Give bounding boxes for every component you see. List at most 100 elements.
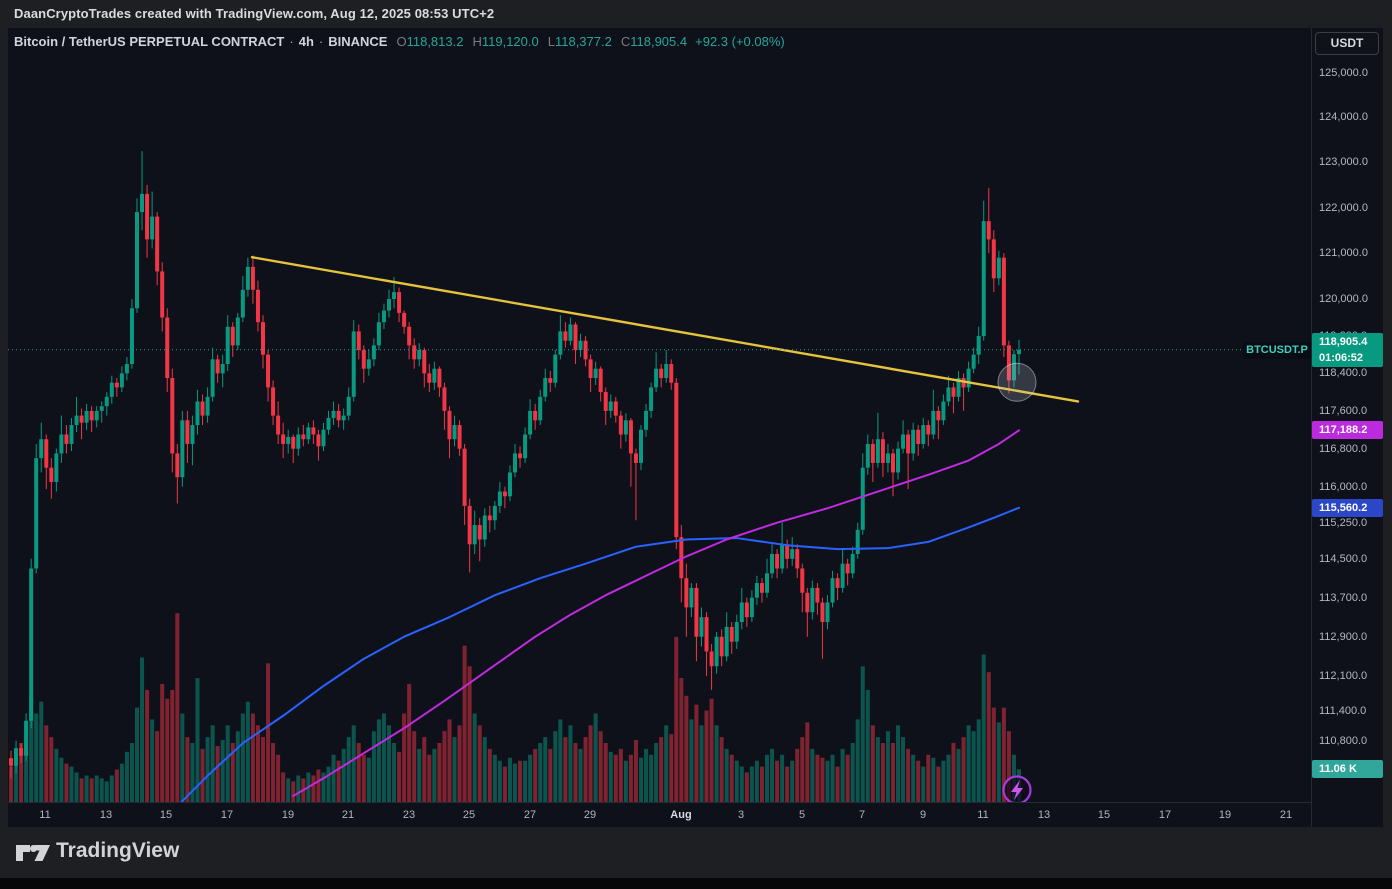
volume-bar [185, 737, 189, 802]
candle-body [180, 420, 184, 477]
volume-bar [679, 678, 683, 802]
candle-body [825, 603, 829, 623]
candle-body [624, 420, 628, 434]
volume-bar [715, 725, 719, 802]
exchange-label[interactable]: BINANCE [328, 34, 387, 49]
volume-bar [770, 749, 774, 802]
candle-body [977, 336, 981, 355]
volume-bar [785, 767, 789, 802]
volume-bar [886, 731, 890, 802]
candle-body [720, 637, 724, 657]
candle-body [150, 217, 154, 240]
volume-bar [851, 743, 855, 802]
volume-bar [206, 737, 210, 802]
candle-body [276, 416, 280, 435]
candle-body [135, 212, 139, 308]
close-value: 118,905.4 [630, 34, 687, 49]
volume-bar [201, 749, 205, 802]
volume-bar [805, 722, 809, 802]
candle-body [795, 549, 799, 568]
candle-body [533, 411, 537, 420]
price-tick: 121,000.0 [1319, 246, 1368, 260]
volume-bar [750, 767, 754, 802]
volume-bar [266, 663, 270, 802]
candle-body [846, 564, 850, 574]
candle-body [246, 267, 250, 290]
candle-body [644, 411, 648, 430]
volume-bar [417, 749, 421, 802]
volume-bar [180, 714, 184, 803]
candle-body [684, 578, 688, 607]
volume-bar [110, 775, 114, 802]
tradingview-logo-icon[interactable] [14, 840, 52, 866]
candle-body [54, 453, 58, 482]
volume-bar [397, 752, 401, 802]
candle-body [518, 453, 522, 458]
volume-bar [745, 773, 749, 803]
volume-bar [730, 755, 734, 802]
chart-pane[interactable]: Bitcoin / TetherUS PERPETUAL CONTRACT·4h… [8, 28, 1311, 802]
candle-body [342, 416, 346, 421]
candle-body [357, 331, 361, 350]
candle-body [75, 416, 79, 425]
candle-body [735, 622, 739, 642]
candle-body [1017, 350, 1021, 354]
volume-bar [463, 646, 467, 802]
close-label: C [621, 34, 630, 49]
price-axis[interactable]: USDT 125,000.0124,000.0123,000.0122,000.… [1311, 28, 1383, 827]
candle-body [750, 598, 754, 618]
time-tick: 21 [333, 803, 363, 827]
volume-bar [115, 770, 119, 802]
volume-bar [720, 737, 724, 802]
candle-body [321, 430, 325, 447]
volume-bar [664, 725, 668, 802]
candle-body [659, 369, 663, 378]
time-tick: 17 [1150, 803, 1180, 827]
candle-body [185, 420, 189, 444]
candle-body [538, 397, 542, 421]
price-tick: 118,400.0 [1319, 366, 1367, 380]
interval-label[interactable]: 4h [299, 34, 314, 49]
volume-bar [629, 755, 633, 802]
time-axis[interactable]: 11131517192123252729Aug3579111315171921 [8, 802, 1311, 827]
volume-bar [357, 743, 361, 802]
symbol-title[interactable]: Bitcoin / TetherUS PERPETUAL CONTRACT [14, 34, 284, 49]
volume-bar [347, 737, 351, 802]
volume-bar [120, 764, 124, 802]
tradingview-logo-text[interactable]: TradingView [56, 839, 179, 863]
candle-body [95, 411, 99, 420]
candle-body [594, 369, 598, 378]
volume-bar [765, 755, 769, 802]
candle-body [301, 434, 305, 439]
candle-body [175, 453, 179, 477]
currency-usdt-button[interactable]: USDT [1315, 32, 1379, 55]
volume-bar [352, 725, 356, 802]
volume-bar [211, 725, 215, 802]
volume-bar [155, 731, 159, 802]
volume-bar [599, 731, 603, 802]
volume-bar [594, 714, 598, 803]
candle-body [619, 416, 623, 435]
candle-body [407, 327, 411, 346]
candle-body [392, 292, 396, 299]
candle-body [427, 373, 431, 382]
volume-bar [977, 719, 981, 802]
candle-body [488, 515, 492, 520]
volume-bar [493, 755, 497, 802]
volume-value-label: 11.06 K [1312, 760, 1383, 778]
volume-bar [795, 749, 799, 802]
volume-bar [654, 743, 658, 802]
candle-body [710, 651, 714, 666]
volume-bar [846, 755, 850, 802]
candle-body [437, 369, 441, 388]
volume-bar [246, 702, 250, 802]
volume-bar [412, 731, 416, 802]
bottom-strip [0, 878, 1392, 889]
time-tick: 23 [394, 803, 424, 827]
candle-body [931, 411, 935, 435]
candle-body [29, 568, 33, 720]
candle-body [69, 425, 73, 444]
ma-slow-price-label: 115,560.2 [1312, 499, 1383, 517]
candle-body [755, 583, 759, 598]
price-chart-canvas[interactable] [8, 28, 1311, 802]
